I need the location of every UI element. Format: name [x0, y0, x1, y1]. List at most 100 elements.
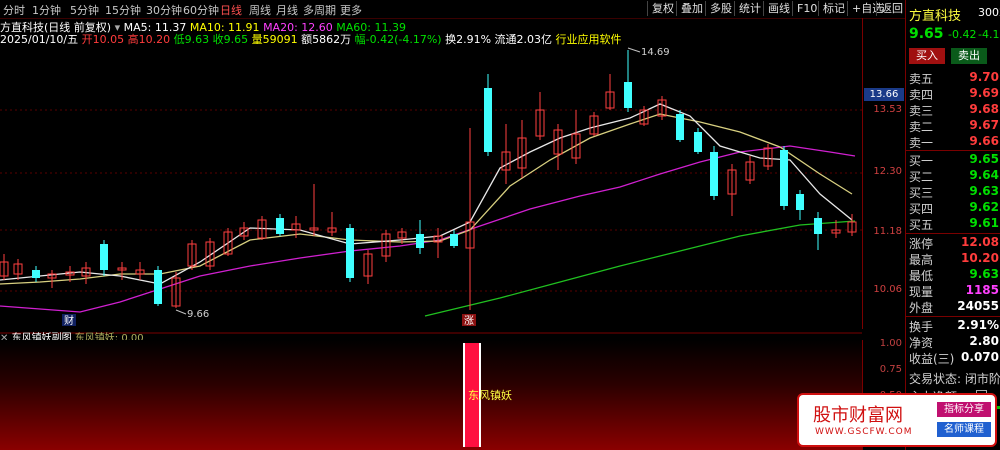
period-weekly[interactable]: 周线: [249, 2, 271, 18]
back-button[interactable]: 返回: [876, 1, 907, 16]
ask-label: 卖一: [909, 136, 934, 150]
bid-label: 买五: [909, 218, 934, 232]
stat-row-high: 最高 10.20: [909, 251, 1000, 267]
finance-marker-label: 财: [64, 314, 74, 327]
stat-label: 外盘: [909, 301, 934, 315]
ask-label: 卖三: [909, 104, 934, 118]
period-monthly[interactable]: 月线: [276, 2, 298, 18]
stat-row-eps: 收益(三) 0.070: [909, 350, 1000, 366]
stat-value: 24055: [957, 299, 999, 313]
stat-value: 12.08: [961, 235, 999, 249]
ask-label: 卖二: [909, 120, 934, 134]
stat-label: 换手: [909, 320, 934, 334]
ma20-line: [0, 145, 856, 313]
stat-value: 9.63: [969, 267, 999, 281]
stat-label: 最低: [909, 269, 934, 283]
bid-label: 买三: [909, 186, 934, 200]
stat-value: 2.91%: [957, 318, 999, 332]
high-annotation: 14.69: [641, 47, 670, 58]
ask-price: 9.70: [969, 70, 999, 84]
panel-divider: [906, 233, 1000, 234]
stat-value: 10.20: [961, 251, 999, 265]
stat-value: 2.80: [969, 334, 999, 348]
period-fenshi[interactable]: 分时: [3, 2, 25, 18]
bid-label: 买一: [909, 154, 934, 168]
subchart-panel[interactable]: 东风镇妖: [0, 340, 862, 450]
high-annotation-line: [627, 47, 641, 53]
stock-code: 300235: [978, 6, 1000, 19]
sub-tick: 1.00: [879, 338, 902, 349]
ma60-line: [424, 220, 856, 317]
trade-status: 交易状态: 闭市阶: [909, 372, 1000, 386]
watermark-ad[interactable]: 股市财富网 WWW.GSCFW.COM 指标分享 名师课程: [797, 393, 997, 447]
stat-value: 0.070: [961, 350, 999, 364]
price-tick: 11.18: [873, 226, 902, 237]
bid-row: 买四 9.62: [909, 200, 1000, 216]
bid-row: 买三 9.63: [909, 184, 1000, 200]
stat-row-low: 最低 9.63: [909, 267, 1000, 283]
quote-panel: 方直科技 300235 9.65 -0.42 -4.1 买入 卖出 卖五 9.70…: [905, 0, 1000, 450]
stat-row-outer: 外盘 24055: [909, 299, 1000, 315]
sell-button[interactable]: 卖出: [951, 48, 987, 64]
stat-row-netasset: 净资 2.80: [909, 334, 1000, 350]
period-60min[interactable]: 60分钟: [183, 2, 219, 18]
multistock-button[interactable]: 多股: [705, 1, 736, 16]
bid-price: 9.62: [969, 200, 999, 214]
ma5-line: [0, 103, 853, 285]
ask-price: 9.66: [969, 134, 999, 148]
panel-divider: [906, 150, 1000, 151]
stat-row-volume: 现量 1185: [909, 283, 1000, 299]
period-15min[interactable]: 15分钟: [105, 2, 141, 18]
signal-bar-label: 东风镇妖: [468, 389, 512, 402]
bid-row: 买二 9.64: [909, 168, 1000, 184]
panel-divider: [906, 316, 1000, 317]
bid-price: 9.65: [969, 152, 999, 166]
stat-row-turnover: 换手 2.91%: [909, 318, 1000, 334]
bid-price: 9.61: [969, 216, 999, 230]
buy-button[interactable]: 买入: [909, 48, 945, 64]
overlay-button[interactable]: 叠加: [676, 1, 707, 16]
stat-row-limit-up: 涨停 12.08: [909, 235, 1000, 251]
ask-row: 卖四 9.69: [909, 86, 1000, 102]
stock-name: 方直科技: [909, 9, 962, 24]
ask-row: 卖一 9.66: [909, 134, 1000, 150]
price-change: -0.42: [948, 28, 977, 41]
price-change-pct: -4.1: [978, 28, 1000, 41]
ask-price: 9.67: [969, 118, 999, 132]
price-axis: 13.66 13.53 12.30 11.18 10.06: [862, 18, 906, 329]
price-tick: 13.53: [873, 104, 902, 115]
mark-button[interactable]: 标记: [818, 1, 849, 16]
stat-label: 净资: [909, 336, 934, 350]
ask-label: 卖五: [909, 72, 934, 86]
low-annotation: 9.66: [187, 309, 209, 320]
stat-label: 涨停: [909, 237, 934, 251]
period-1min[interactable]: 1分钟: [32, 2, 61, 18]
stat-label: 现量: [909, 285, 934, 299]
ask-row: 卖二 9.67: [909, 118, 1000, 134]
ask-label: 卖四: [909, 88, 934, 102]
period-multi[interactable]: 多周期: [303, 2, 336, 18]
price-tick: 12.30: [873, 166, 902, 177]
price-tick: 10.06: [873, 284, 902, 295]
indicator-share-tag[interactable]: 指标分享: [937, 402, 991, 417]
period-daily[interactable]: 日线: [220, 2, 242, 18]
statistics-button[interactable]: 统计: [734, 1, 765, 16]
period-more[interactable]: 更多: [340, 2, 362, 18]
stat-label: 最高: [909, 253, 934, 267]
f10-button[interactable]: F10: [792, 1, 821, 16]
kline-chart[interactable]: 14.69 9.66 财 涨: [0, 44, 862, 334]
last-price: 9.65: [909, 26, 944, 42]
candlesticks: [0, 50, 857, 310]
period-5min[interactable]: 5分钟: [70, 2, 99, 18]
ask-price: 9.68: [969, 102, 999, 116]
ask-row: 卖五 9.70: [909, 70, 1000, 86]
course-tag[interactable]: 名师课程: [937, 422, 991, 437]
period-30min[interactable]: 30分钟: [146, 2, 182, 18]
limit-up-marker-label: 涨: [464, 315, 474, 327]
bid-price: 9.63: [969, 184, 999, 198]
period-toolbar: 分时 1分钟 5分钟 15分钟 30分钟 60分钟 日线 周线 月线 多周期 更…: [0, 0, 905, 19]
low-annotation-line: [175, 309, 187, 315]
draw-line-button[interactable]: 画线: [763, 1, 794, 16]
sub-tick: 0.75: [879, 364, 902, 375]
fuquan-button[interactable]: 复权: [647, 1, 678, 16]
